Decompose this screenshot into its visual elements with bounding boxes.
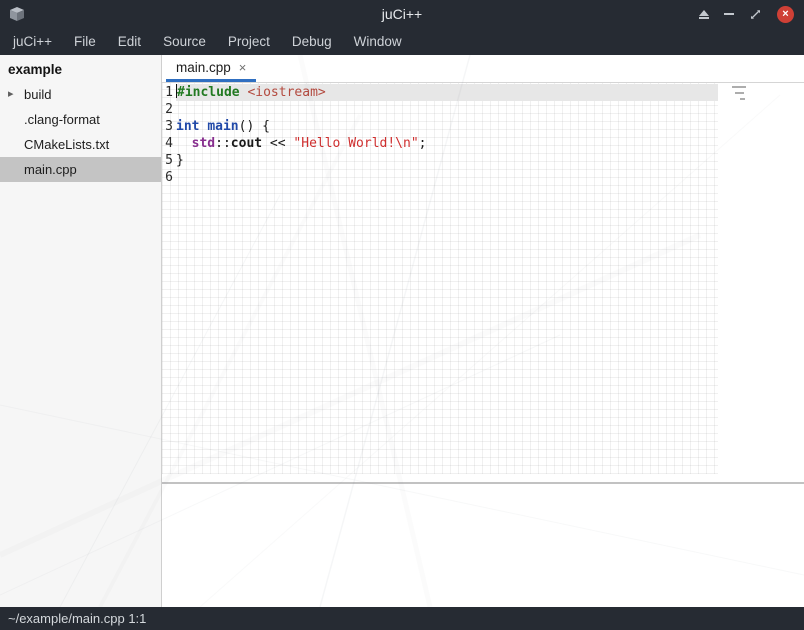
tab-close-icon[interactable]: × [239,60,247,75]
maximize-button[interactable] [749,8,762,21]
line-number: 5 [162,152,176,169]
tab-bar: main.cpp × [162,55,804,83]
tab-main-cpp[interactable]: main.cpp × [166,55,256,82]
menu-source[interactable]: Source [152,30,217,53]
resize-icon [749,8,762,21]
menubar: juCi++FileEditSourceProjectDebugWindow [0,28,804,55]
line-number: 1 [162,84,176,101]
line-code[interactable]: int main() { [176,118,718,135]
minimize-icon [724,13,734,15]
line-code[interactable]: std::cout << "Hello World!\n"; [176,135,718,152]
line-code[interactable] [176,169,718,186]
output-pane[interactable] [162,484,804,607]
code-lines: 1#include <iostream>23int main() {4 std:… [162,84,718,186]
menu-juci[interactable]: juCi++ [2,30,63,53]
tree-item-label: build [0,82,161,107]
menu-project[interactable]: Project [217,30,281,53]
menu-window[interactable]: Window [343,30,413,53]
line-number: 2 [162,101,176,118]
expand-arrow-icon[interactable]: ▸ [8,82,14,107]
code-editor[interactable]: 1#include <iostream>23int main() {4 std:… [162,83,804,482]
line-number: 3 [162,118,176,135]
window-title: juCi++ [0,6,804,22]
tree-item-build[interactable]: ▸build [0,82,161,107]
window-controls: × [699,0,794,28]
scrollbar-marks[interactable] [732,86,746,100]
line-code[interactable]: } [176,152,718,169]
close-button[interactable]: × [777,6,794,23]
content-area: example ▸build.clang-formatCMakeLists.tx… [0,55,804,607]
line-number: 4 [162,135,176,152]
line-code[interactable] [176,101,718,118]
juci-window: juCi++ × juCi++FileEditSourceProjectDebu… [0,0,804,630]
statusbar: ~/example/main.cpp 1:1 [0,607,804,630]
tree-item-clang-format[interactable]: .clang-format [0,107,161,132]
status-cursor-path: ~/example/main.cpp 1:1 [8,611,146,626]
tree-item-label: .clang-format [0,107,161,132]
tree-item-label: main.cpp [0,157,161,182]
menu-debug[interactable]: Debug [281,30,343,53]
menu-edit[interactable]: Edit [107,30,152,53]
code-line: 3int main() { [162,118,718,135]
tree-item-main-cpp[interactable]: main.cpp [0,157,161,182]
code-line: 6 [162,169,718,186]
file-tree: ▸build.clang-formatCMakeLists.txtmain.cp… [0,82,161,182]
tab-label: main.cpp [176,60,231,75]
tree-item-label: CMakeLists.txt [0,132,161,157]
eject-button[interactable] [699,10,709,19]
tree-item-cmakelists-txt[interactable]: CMakeLists.txt [0,132,161,157]
eject-icon [699,10,709,16]
menu-file[interactable]: File [63,30,107,53]
code-line: 5} [162,152,718,169]
project-name: example [0,55,161,82]
code-line: 4 std::cout << "Hello World!\n"; [162,135,718,152]
sidebar: example ▸build.clang-formatCMakeLists.tx… [0,55,162,607]
close-icon: × [782,6,788,23]
code-line: 2 [162,101,718,118]
main-pane: main.cpp × 1#include <iostream>23int mai… [162,55,804,607]
titlebar: juCi++ × [0,0,804,28]
code-line: 1#include <iostream> [162,84,718,101]
minimize-button[interactable] [724,13,734,15]
line-code[interactable]: #include <iostream> [176,84,718,101]
line-number: 6 [162,169,176,186]
